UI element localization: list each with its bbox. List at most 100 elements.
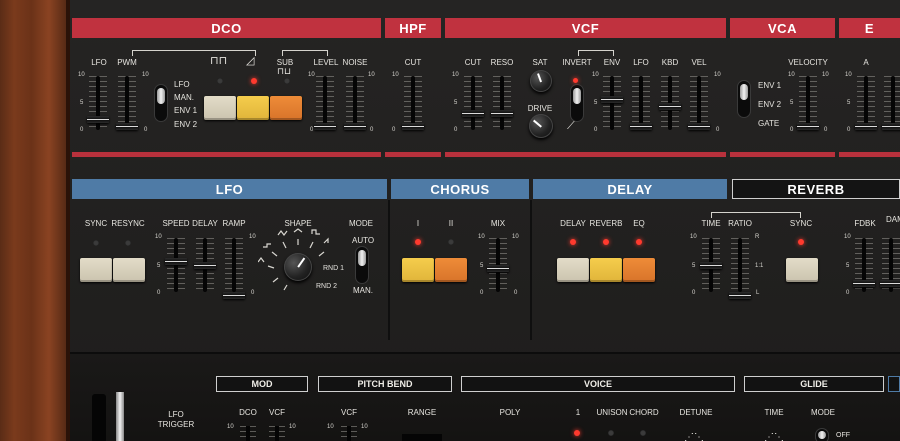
vca-mode-switch[interactable] — [737, 80, 751, 118]
dco-pwm-slider[interactable] — [116, 76, 138, 130]
section-header-vca: VCA — [730, 18, 835, 38]
glide-time-dial-icon: ⋰⋱ — [764, 432, 784, 441]
glide-time-label: TIME — [764, 408, 784, 417]
chorus-ii-button[interactable] — [435, 258, 467, 282]
vcf-sat-knob[interactable] — [530, 70, 552, 92]
voice-box: VOICE — [461, 376, 735, 392]
pulse-led — [217, 78, 223, 84]
delay-led — [570, 239, 576, 245]
vca-mode-gate: GATE — [758, 119, 780, 128]
dco-lfo-label: LFO — [91, 58, 107, 67]
vcf-vel-slider[interactable] — [688, 76, 710, 130]
pulse-button[interactable] — [204, 96, 236, 120]
section-header-delay: DELAY — [533, 179, 727, 199]
sub-button[interactable] — [270, 96, 302, 120]
reverb-sync-label: SYNC — [789, 219, 813, 228]
delay-delay-label: DELAY — [560, 219, 586, 228]
lfo-delay-slider[interactable] — [194, 238, 216, 292]
vcf-sat-label: SAT — [532, 58, 548, 67]
sub-bracket — [282, 50, 328, 56]
lfo-resync-label: RESYNC — [111, 219, 145, 228]
saw-button[interactable] — [237, 96, 269, 120]
lfo-shape-knob[interactable] — [284, 253, 312, 281]
env-attack-slider[interactable] — [855, 76, 877, 130]
delay-button[interactable] — [557, 258, 589, 282]
bend-range-display[interactable] — [402, 434, 442, 441]
vcf-cut-slider[interactable] — [462, 76, 484, 130]
reverb-sync-button[interactable] — [786, 258, 818, 282]
pitch-wheel[interactable] — [116, 392, 124, 441]
mod-wheel[interactable] — [92, 394, 106, 441]
dco-noise-slider[interactable] — [344, 76, 366, 130]
vcf-invert-led — [573, 78, 578, 83]
lfo-mode-auto: AUTO — [352, 236, 375, 245]
scale-5: 5 — [80, 100, 84, 106]
section-header-hpf: HPF — [385, 18, 441, 38]
lfo-resync-button[interactable] — [113, 258, 145, 282]
vcf-lfo-slider[interactable] — [630, 76, 652, 130]
lfo-ramp-slider[interactable] — [223, 238, 245, 299]
delay-reverb-led — [603, 239, 609, 245]
delay-eq-label: EQ — [633, 219, 645, 228]
lfo-speed-label: SPEED — [162, 219, 190, 228]
vcf-invert-switch[interactable] — [570, 84, 584, 122]
voice-chord-label: CHORD — [629, 408, 659, 417]
chorus-i-button[interactable] — [402, 258, 434, 282]
delay-reverb-button[interactable] — [590, 258, 622, 282]
chorus-i-label: I — [416, 219, 420, 228]
reverb-ratio-label: RATIO — [728, 219, 752, 228]
vca-velocity-slider[interactable] — [797, 76, 819, 130]
dco-pwm-source-switch[interactable] — [154, 84, 168, 122]
lfo-mode-label: MODE — [349, 219, 373, 228]
lfo-speed-slider[interactable] — [165, 238, 187, 292]
saw-led — [251, 78, 257, 84]
chorus-mix-slider[interactable] — [487, 238, 509, 292]
bend-vcf-slider[interactable] — [339, 426, 359, 441]
pwm-src-lfo: LFO — [174, 80, 190, 89]
section-header-reverb: REVERB — [732, 179, 900, 199]
vcf-invert-label: INVERT — [562, 58, 592, 67]
vcf-kbd-slider[interactable] — [659, 76, 681, 130]
vcf-drive-knob[interactable] — [529, 114, 553, 138]
vcf-reso-label: RESO — [490, 58, 514, 67]
chorus-mix-label: MIX — [490, 219, 506, 228]
lfo-trigger-label-1: LFO — [168, 410, 184, 419]
section-header-chorus: CHORUS — [391, 179, 529, 199]
glide-mode-switch[interactable] — [815, 428, 829, 441]
dco-bottom-strip — [72, 152, 381, 157]
mod-vcf-slider[interactable] — [267, 426, 287, 441]
bend-range-label: RANGE — [407, 408, 437, 417]
vcf-env-slider[interactable] — [601, 76, 623, 130]
reverb-damp-slider[interactable] — [880, 238, 900, 292]
hpf-cut-slider[interactable] — [402, 76, 424, 130]
reverb-ratio-slider[interactable] — [729, 238, 751, 299]
voice-poly-label: POLY — [499, 408, 521, 417]
lfo-chorus-divider — [388, 200, 390, 340]
ratio-mid: 1:1 — [755, 263, 764, 269]
pitch-bend-box: PITCH BEND — [318, 376, 452, 392]
vcf-reso-slider[interactable] — [491, 76, 513, 130]
reverb-fdbk-label: FDBK — [854, 219, 876, 228]
voice-unison-label: UNISON — [596, 408, 628, 417]
pwm-src-env1: ENV 1 — [174, 106, 198, 115]
ratio-r: R — [755, 234, 760, 240]
reverb-fdbk-slider[interactable] — [853, 238, 875, 292]
delay-eq-button[interactable] — [623, 258, 655, 282]
reverb-time-slider[interactable] — [700, 238, 722, 292]
vcf-kbd-label: KBD — [661, 58, 679, 67]
vcf-drive-label: DRIVE — [527, 104, 553, 113]
chorus-i-led — [415, 239, 421, 245]
dco-level-label: LEVEL — [313, 58, 339, 67]
pwm-src-man: MAN. — [174, 93, 194, 102]
mod-dco-slider[interactable] — [238, 426, 258, 441]
lfo-mode-switch[interactable] — [355, 246, 369, 284]
vca-velocity-label: VELOCITY — [788, 58, 828, 67]
dco-level-slider[interactable] — [314, 76, 336, 130]
lfo-sync-button[interactable] — [80, 258, 112, 282]
envelope-shape-icon: ⟋ — [567, 120, 575, 132]
vca-mode-env2: ENV 2 — [758, 100, 782, 109]
dco-lfo-slider[interactable] — [87, 76, 109, 130]
env-decay-slider[interactable] — [882, 76, 900, 130]
vcf-vel-label: VEL — [691, 58, 707, 67]
vcf-env-bracket — [578, 50, 614, 56]
